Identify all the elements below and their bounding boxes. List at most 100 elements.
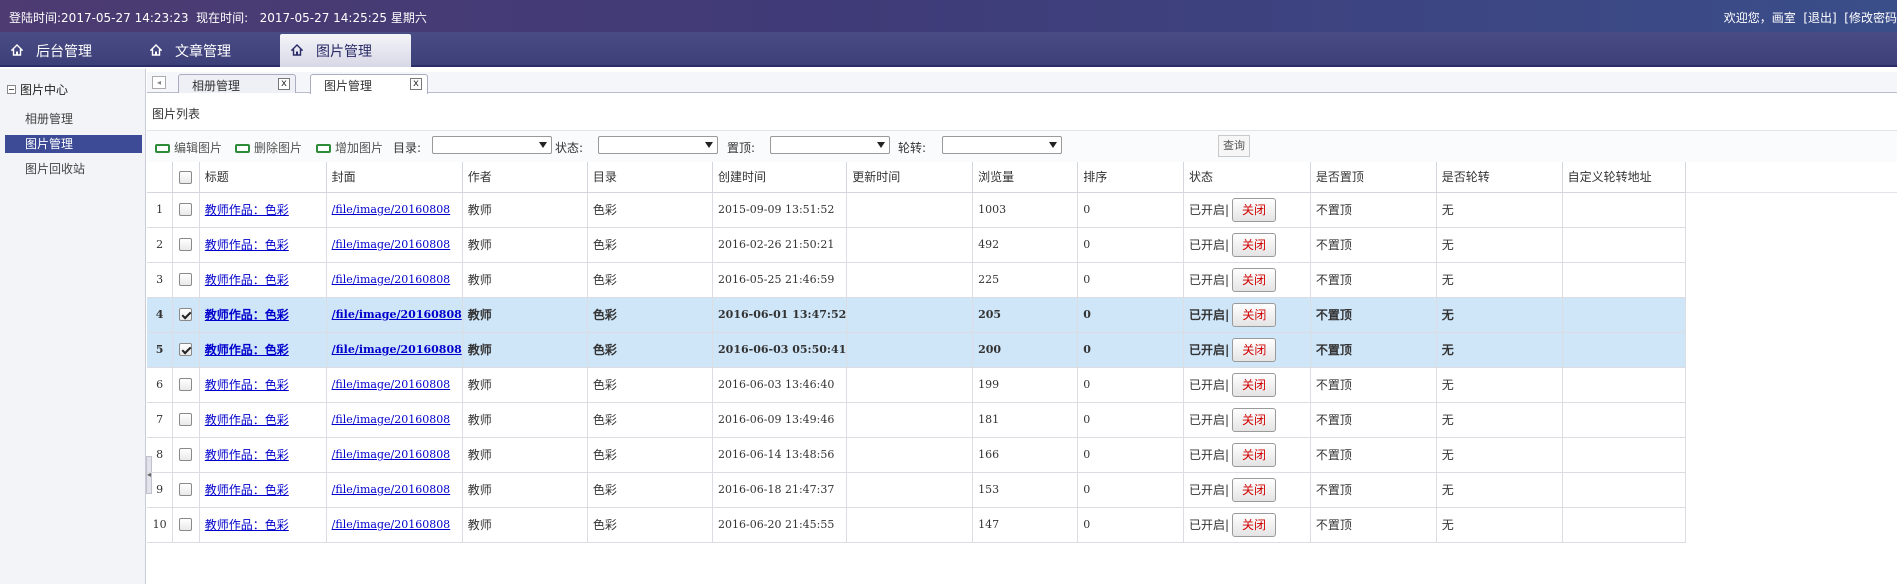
sidebar-item-images[interactable]: 图片管理 — [5, 135, 142, 153]
table-row[interactable]: 9 教师作品：色彩/file/image/20160808 教师 色彩 2016-06-… — [147, 472, 1897, 508]
pin-select[interactable] — [770, 136, 890, 154]
row-checkbox[interactable] — [179, 413, 193, 427]
row-filler — [1685, 192, 1897, 227]
user-info[interactable]: 欢迎您，画室 [退出] [修改密码 — [1724, 9, 1897, 26]
cover-link[interactable]: /file/image/20160808 — [332, 448, 451, 461]
cover-link[interactable]: /file/image/20160808 — [332, 343, 462, 356]
title-link[interactable]: 教师作品：色彩 — [205, 273, 289, 287]
sidebar-item-label: 图片管理 — [25, 137, 74, 151]
custom-url-cell — [1562, 262, 1686, 298]
row-checkbox-cell — [172, 192, 200, 228]
rotate-select[interactable] — [942, 136, 1062, 154]
cover-link[interactable]: /file/image/20160808 — [332, 203, 451, 216]
chevron-down-icon — [539, 142, 547, 148]
close-icon[interactable]: x — [410, 78, 422, 90]
query-button[interactable]: 查询 — [1218, 135, 1250, 157]
directory-cell: 色彩 — [587, 367, 714, 403]
tabs-scroll-left-icon[interactable]: ◂ — [152, 76, 166, 89]
close-status-button[interactable]: 关闭 — [1232, 302, 1277, 327]
title-link[interactable]: 教师作品：色彩 — [205, 378, 289, 392]
row-checkbox-cell — [172, 227, 200, 263]
title-link[interactable]: 教师作品：色彩 — [205, 518, 289, 532]
close-status-button[interactable]: 关闭 — [1231, 512, 1276, 537]
title-link[interactable]: 教师作品：色彩 — [205, 308, 289, 322]
row-checkbox[interactable] — [179, 273, 193, 287]
row-checkbox-cell — [172, 367, 200, 403]
content-tab-images[interactable]: 图片管理 x — [310, 74, 428, 94]
table-row[interactable]: 1 教师作品：色彩/file/image/20160808 教师 色彩 2015-09-… — [147, 192, 1897, 228]
rotate-cell: 无 — [1436, 297, 1563, 333]
table-row[interactable]: 3 教师作品：色彩/file/image/20160808 教师 色彩 2016-05-… — [147, 262, 1897, 298]
views-cell: 225 — [972, 262, 1079, 298]
edit-image-button[interactable]: 编辑图片 — [155, 139, 222, 155]
title-link[interactable]: 教师作品：色彩 — [205, 343, 289, 357]
table-row[interactable]: 2 教师作品：色彩/file/image/20160808 教师 色彩 2016-02-… — [147, 227, 1897, 263]
cover-link[interactable]: /file/image/20160808 — [332, 378, 451, 391]
close-status-button[interactable]: 关闭 — [1231, 372, 1276, 397]
table-row[interactable]: 8 教师作品：色彩/file/image/20160808 教师 色彩 2016-06-… — [147, 437, 1897, 473]
add-image-button[interactable]: 增加图片 — [316, 139, 383, 155]
sidebar-item-albums[interactable]: 相册管理 — [5, 110, 142, 128]
close-status-button[interactable]: 关闭 — [1231, 267, 1276, 292]
title-cell: 教师作品：色彩 — [199, 402, 327, 438]
author-cell: 教师 — [462, 472, 588, 508]
row-checkbox[interactable] — [179, 308, 193, 322]
row-checkbox[interactable] — [179, 238, 193, 252]
close-status-button[interactable]: 关闭 — [1231, 407, 1276, 432]
row-checkbox[interactable] — [179, 378, 193, 392]
select-all-checkbox[interactable] — [179, 170, 193, 184]
row-checkbox[interactable] — [179, 448, 193, 462]
cover-link[interactable]: /file/image/20160808 — [332, 413, 451, 426]
order-cell: 0 — [1077, 507, 1184, 543]
close-status-button[interactable]: 关闭 — [1231, 197, 1276, 222]
content-tab-albums[interactable]: 相册管理 x — [178, 74, 296, 93]
order-cell: 0 — [1077, 367, 1184, 403]
cover-link[interactable]: /file/image/20160808 — [332, 518, 451, 531]
row-filler — [1685, 262, 1897, 297]
close-status-button[interactable]: 关闭 — [1231, 442, 1276, 467]
nav-tab-images[interactable]: 图片管理 — [280, 34, 411, 67]
sidebar-item-recycle-bin[interactable]: 图片回收站 — [5, 160, 142, 178]
close-status-button[interactable]: 关闭 — [1232, 337, 1277, 362]
title-cell: 教师作品：色彩 — [199, 332, 327, 368]
table-row[interactable]: 5 教师作品：色彩/file/image/20160808 教师 色彩 2016-06-… — [147, 332, 1897, 368]
title-link[interactable]: 教师作品：色彩 — [205, 238, 289, 252]
status-select[interactable] — [598, 136, 718, 154]
title-link[interactable]: 教师作品：色彩 — [205, 483, 289, 497]
sidebar-header[interactable]: 图片中心 — [7, 81, 68, 98]
cover-link[interactable]: /file/image/20160808 — [332, 273, 451, 286]
row-checkbox[interactable] — [179, 483, 193, 497]
row-checkbox[interactable] — [179, 343, 193, 357]
cover-link[interactable]: /file/image/20160808 — [332, 483, 451, 496]
status-text: 已开启| — [1188, 483, 1229, 497]
collapse-toggle-icon[interactable] — [7, 85, 16, 94]
row-index: 3 — [147, 262, 174, 298]
header-select-all[interactable] — [172, 162, 200, 193]
close-status-button[interactable]: 关闭 — [1231, 232, 1276, 257]
title-link[interactable]: 教师作品：色彩 — [205, 448, 289, 462]
row-checkbox[interactable] — [179, 518, 193, 532]
views-cell: 166 — [972, 437, 1079, 473]
cover-link[interactable]: /file/image/20160808 — [332, 238, 451, 251]
delete-image-button[interactable]: 删除图片 — [235, 139, 302, 155]
nav-tab-articles[interactable]: 文章管理 — [139, 34, 277, 67]
table-row[interactable]: 10 教师作品：色彩/file/image/20160808 教师 色彩 2016-06… — [147, 507, 1897, 543]
author-cell: 教师 — [462, 297, 588, 333]
table-row[interactable]: 4 教师作品：色彩/file/image/20160808 教师 色彩 2016-06-… — [147, 297, 1897, 333]
views-cell: 205 — [972, 297, 1079, 333]
close-status-button[interactable]: 关闭 — [1231, 477, 1276, 502]
directory-cell: 色彩 — [587, 507, 714, 543]
author-cell: 教师 — [462, 227, 588, 263]
custom-url-cell — [1562, 437, 1686, 473]
table-row[interactable]: 6 教师作品：色彩/file/image/20160808 教师 色彩 2016-06-… — [147, 367, 1897, 403]
close-icon[interactable]: x — [278, 78, 290, 90]
nav-tab-admin[interactable]: 后台管理 — [0, 34, 138, 67]
table-row[interactable]: 7 教师作品：色彩/file/image/20160808 教师 色彩 2016-06-… — [147, 402, 1897, 438]
row-filler — [1685, 227, 1897, 262]
cover-link[interactable]: /file/image/20160808 — [332, 308, 462, 321]
row-checkbox[interactable] — [179, 203, 193, 217]
delete-icon — [235, 144, 250, 153]
directory-select[interactable] — [432, 136, 552, 154]
title-link[interactable]: 教师作品：色彩 — [205, 413, 289, 427]
title-link[interactable]: 教师作品：色彩 — [205, 203, 289, 217]
